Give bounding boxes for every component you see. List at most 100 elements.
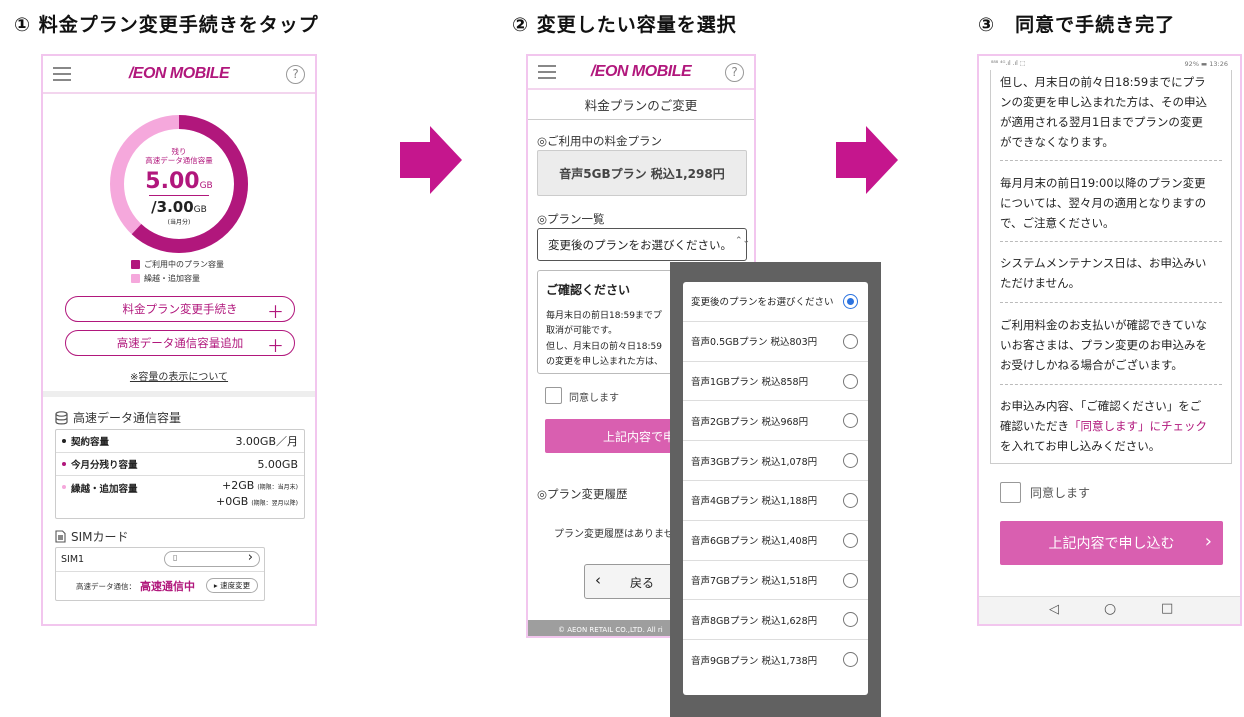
speed-change-button[interactable]: ▸ 速度変更: [206, 578, 258, 593]
table-row: 契約容量 3.00GB／月: [56, 430, 304, 453]
android-nav-bar: ◁ ○ □: [979, 596, 1240, 624]
dropdown-option[interactable]: 音声3GBプラン 税込1,078円: [683, 441, 868, 481]
carry-value-2: +0GB: [215, 495, 249, 508]
capacity-section-title: 高速データ通信容量: [73, 411, 182, 425]
plan-change-label: 料金プラン変更手続き: [122, 302, 238, 316]
page-title: 料金プランのご変更: [528, 92, 754, 120]
confirm-text: 但し、月末日の前々日18:59: [546, 341, 662, 352]
dropdown-option[interactable]: 音声1GBプラン 税込858円: [683, 362, 868, 402]
sim-card-icon: [55, 530, 66, 543]
nav-recent-icon[interactable]: □: [1161, 601, 1173, 616]
option-label: 音声3GBプラン 税込1,078円: [691, 456, 818, 468]
select-arrows-icon: ⌃⌄: [735, 236, 751, 246]
radio-button[interactable]: [843, 413, 858, 429]
add-data-button[interactable]: 高速データ通信容量追加 ＋: [65, 330, 295, 357]
nav-home-icon[interactable]: ○: [1104, 601, 1116, 617]
option-label: 音声6GBプラン 税込1,408円: [691, 536, 818, 548]
status-bar-time: 92% ▬ 13:26: [1184, 60, 1228, 68]
terms-highlight: 「同意します」にチェック: [1069, 419, 1207, 434]
plan-change-button[interactable]: 料金プラン変更手続き ＋: [65, 296, 295, 323]
radio-button[interactable]: [843, 492, 858, 508]
dropdown-overlay: 変更後のプランをお選びください 音声0.5GBプラン 税込803円 音声1GBプ…: [670, 262, 881, 717]
plus-icon: ＋: [267, 303, 284, 323]
help-icon[interactable]: ?: [725, 63, 744, 82]
dropdown-option[interactable]: 変更後のプランをお選びください: [683, 282, 868, 322]
remaining-label: 今月分残り容量: [71, 460, 138, 471]
sim-icon: ▯: [173, 553, 178, 562]
aeon-mobile-logo: /EON MOBILE: [128, 65, 230, 82]
terms-text: については、翌々月の適用となりますの: [1000, 196, 1207, 211]
plan-list-label: ◎プラン一覧: [537, 212, 605, 226]
chevron-right-icon: ›: [1204, 531, 1212, 552]
terms-text: ができなくなります。: [1000, 135, 1114, 150]
history-label: ◎プラン変更履歴: [537, 487, 628, 501]
plus-icon: ＋: [267, 337, 284, 357]
legend-label: 繰越・追加容量: [144, 274, 200, 283]
sim1-label: SIM1: [61, 554, 85, 565]
status-bar-signal: ⁸⁸⁸ ⁴ᴳ.ıl .ıl ⬚: [991, 60, 1026, 67]
dropdown-option[interactable]: 音声0.5GBプラン 税込803円: [683, 322, 868, 362]
arrow-right-icon: [400, 126, 462, 194]
dropdown-option[interactable]: 音声7GBプラン 税込1,518円: [683, 561, 868, 601]
terms-text: お申込み内容、「ご確認ください」をご: [1000, 399, 1202, 413]
agree-checkbox[interactable]: [545, 387, 562, 404]
step-1-title: ① 料金プラン変更手続きをタップ: [14, 14, 319, 36]
option-label: 音声8GBプラン 税込1,628円: [691, 615, 818, 627]
radio-button[interactable]: [843, 652, 858, 668]
option-label: 音声0.5GBプラン 税込803円: [691, 337, 818, 349]
donut-total-unit: GB: [193, 205, 207, 215]
radio-selected[interactable]: [843, 294, 858, 309]
chevron-left-icon: ‹: [595, 571, 601, 589]
nav-back-icon[interactable]: ◁: [1049, 602, 1059, 617]
dropdown-option[interactable]: 音声2GBプラン 税込968円: [683, 401, 868, 442]
sim1-select[interactable]: ▯ ›: [164, 550, 260, 567]
history-empty: プラン変更履歴はありませ: [554, 529, 674, 540]
dropdown-option[interactable]: 音声4GBプラン 税込1,188円: [683, 481, 868, 521]
terms-text: ただけません。: [1000, 276, 1081, 291]
radio-button[interactable]: [843, 333, 858, 349]
donut-legend: ご利用中のプラン容量 繰越・追加容量: [131, 259, 224, 284]
radio-button[interactable]: [843, 572, 858, 588]
divider: [1000, 160, 1222, 161]
phone-screen-1: /EON MOBILE ? 残り 高速データ通信容量 5.00GB /3.00G…: [41, 54, 317, 626]
terms-text: いお客さまは、プラン変更のお申込みを: [1000, 338, 1207, 353]
phone-screen-3: ⁸⁸⁸ ⁴ᴳ.ıl .ıl ⬚ 92% ▬ 13:26 但し、月末日の前々日18…: [977, 54, 1242, 626]
radio-button[interactable]: [843, 373, 858, 389]
contract-value: 3.00GB／月: [235, 435, 298, 448]
option-label: 音声4GBプラン 税込1,188円: [691, 496, 818, 508]
agree-checkbox[interactable]: [1000, 482, 1021, 503]
dropdown-option[interactable]: 音声6GBプラン 税込1,408円: [683, 521, 868, 561]
donut-remaining-unit: GB: [199, 181, 213, 191]
option-label: 音声7GBプラン 税込1,518円: [691, 575, 818, 587]
radio-button[interactable]: [843, 532, 858, 548]
terms-text: お受けしかねる場合がございます。: [1000, 358, 1183, 373]
arrow-right-icon: [836, 126, 898, 194]
dropdown-option[interactable]: 音声9GBプラン 税込1,738円: [683, 640, 868, 680]
hamburger-menu-icon[interactable]: [53, 67, 71, 81]
radio-button[interactable]: [843, 453, 858, 469]
plan-select[interactable]: 変更後のプランをお選びください。 ⌃⌄: [537, 228, 751, 261]
radio-button[interactable]: [843, 612, 858, 628]
hamburger-menu-icon[interactable]: [538, 65, 556, 79]
confirm-text: 取消が可能です。: [546, 326, 618, 337]
donut-total-note: (当月分): [167, 219, 191, 226]
terms-text: 但し、月末日の前々日18:59までにプラ: [1000, 75, 1206, 89]
donut-remaining-sublabel: 高速データ通信容量: [145, 156, 213, 166]
option-label: 音声2GBプラン 税込968円: [691, 416, 809, 428]
agree-label: 同意します: [1030, 486, 1091, 500]
confirm-text: の変更を申し込まれた方は、: [546, 356, 664, 367]
terms-text: で、ご注意ください。: [1000, 216, 1115, 231]
divider: [1000, 384, 1222, 385]
current-plan-label: ◎ご利用中の料金プラン: [537, 134, 663, 148]
back-label: 戻る: [630, 576, 655, 590]
help-icon[interactable]: ?: [286, 65, 305, 84]
add-data-label: 高速データ通信容量追加: [116, 336, 244, 350]
confirm-title: ご確認ください: [546, 283, 631, 297]
plan-select-value: 変更後のプランをお選びください。: [548, 237, 732, 252]
capacity-table: 契約容量 3.00GB／月 今月分残り容量 5.00GB 繰越・追加容量 +2G…: [55, 429, 305, 519]
submit-button[interactable]: 上記内容で申し込む ›: [1000, 521, 1223, 565]
capacity-display-link[interactable]: ※容量の表示について: [130, 372, 228, 383]
database-icon: [55, 410, 68, 424]
dropdown-option[interactable]: 音声8GBプラン 税込1,628円: [683, 600, 868, 641]
carry-label: 繰越・追加容量: [71, 484, 138, 495]
